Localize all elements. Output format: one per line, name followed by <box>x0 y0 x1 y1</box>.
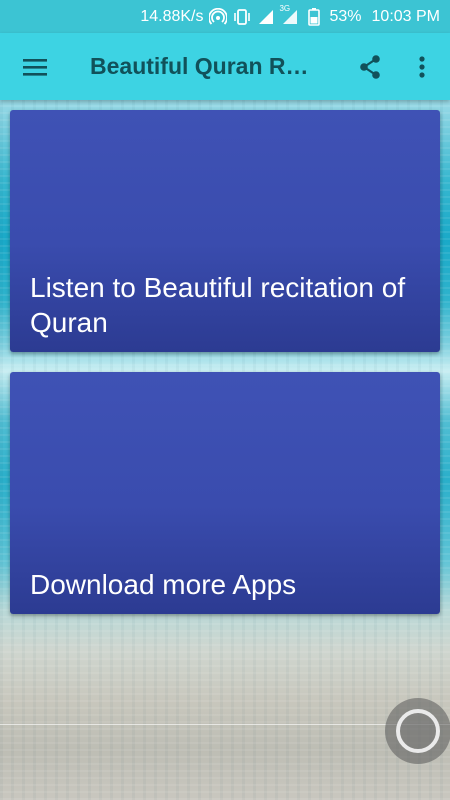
battery-percent: 53% <box>329 7 362 25</box>
vibrate-icon <box>233 8 251 26</box>
app-bar: Beautiful Quran Rec... <box>0 33 450 100</box>
hamburger-menu-icon[interactable] <box>0 33 70 100</box>
network-type: 3G <box>279 3 291 13</box>
card-listen-recitation[interactable]: Listen to Beautiful recitation of Quran <box>10 110 440 352</box>
clock: 10:03 PM <box>371 7 440 25</box>
battery-icon <box>305 7 323 26</box>
signal-3g-icon: 3G <box>279 4 299 26</box>
circle-icon <box>396 709 440 753</box>
status-bar: 14.88K/s 3G 53% 10:03 PM <box>0 0 450 33</box>
card-label: Listen to Beautiful recitation of Quran <box>30 272 406 338</box>
card-label: Download more Apps <box>30 569 297 600</box>
app-title: Beautiful Quran Rec... <box>90 53 320 79</box>
card-download-apps[interactable]: Download more Apps <box>10 372 440 614</box>
more-vertical-icon[interactable] <box>400 33 444 100</box>
hotspot-icon <box>209 7 228 26</box>
net-speed: 14.88K/s <box>140 7 204 25</box>
signal-icon <box>257 8 275 26</box>
share-icon[interactable] <box>350 33 390 100</box>
floating-action-button[interactable] <box>385 698 450 764</box>
divider <box>0 724 450 725</box>
